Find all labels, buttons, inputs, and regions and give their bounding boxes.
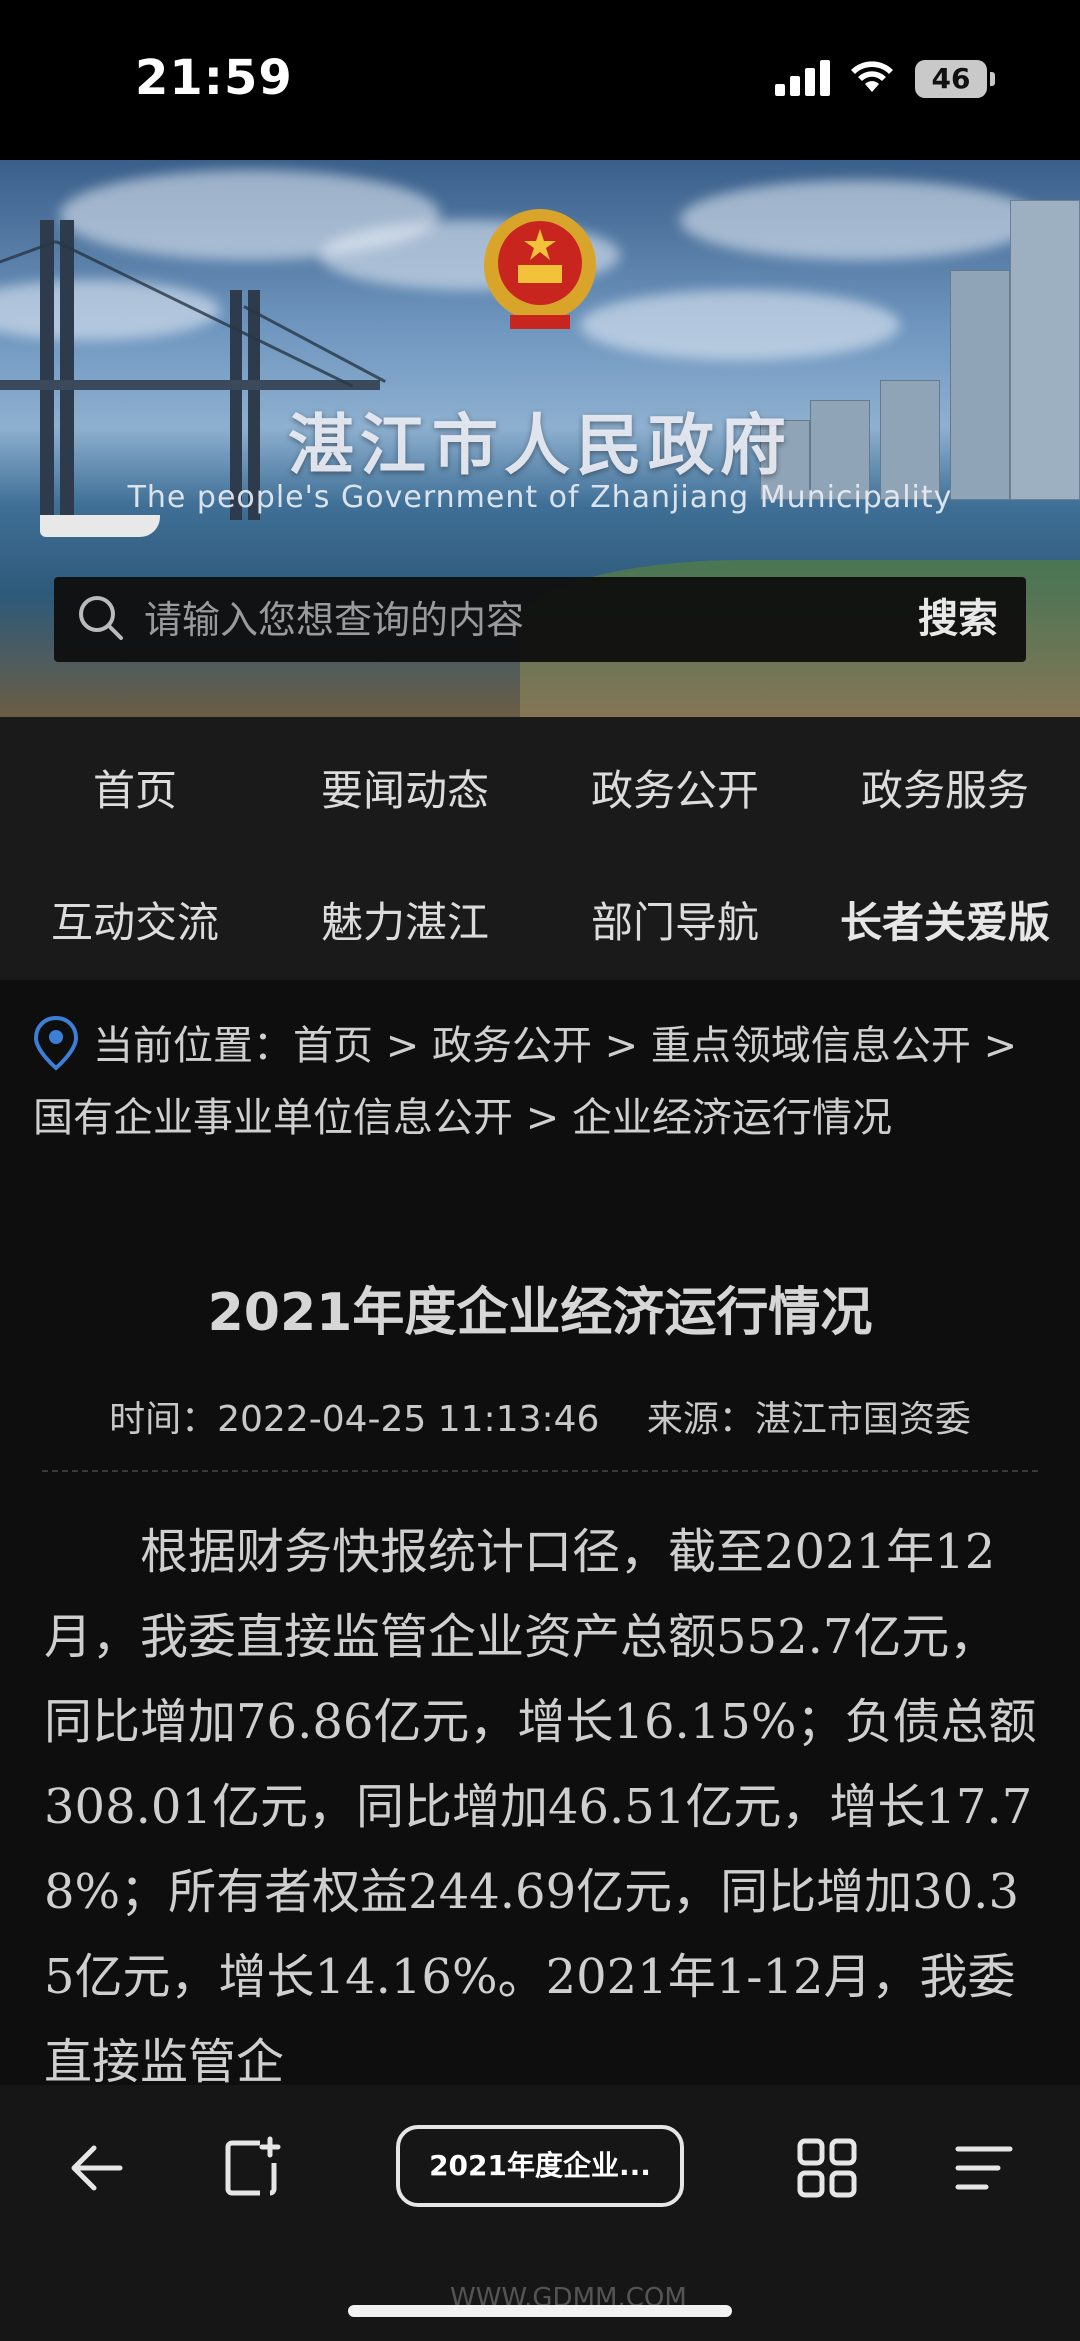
current-tab-button[interactable]: 2021年度企业... [396,2125,684,2207]
nav-item-department-nav[interactable]: 部门导航 [540,889,810,950]
cellular-signal-icon [775,58,831,96]
nav-item-interaction[interactable]: 互动交流 [0,889,270,950]
article-content: 当前位置：首页 > 政务公开 > 重点领域信息公开 > 国有企业事业单位信息公开… [0,980,1080,2085]
nav-item-home[interactable]: 首页 [0,757,270,818]
article-source: 来源：湛江市国资委 [646,1399,971,1440]
breadcrumb-text[interactable]: 当前位置：首页 > 政务公开 > 重点领域信息公开 > 国有企业事业单位信息公开… [33,1023,1017,1141]
header-banner: 湛江市人民政府 The people's Government of Zhanj… [0,160,1080,717]
grid-apps-icon[interactable] [792,2133,862,2203]
ship-illustration [40,515,160,537]
national-emblem-icon [484,209,596,329]
divider [42,1470,1038,1472]
article-body: 根据财务快报统计口径，截至2021年12月，我委直接监管企业资产总额552.7亿… [44,1524,1037,2085]
new-tab-icon[interactable] [218,2133,288,2203]
nav-item-news[interactable]: 要闻动态 [270,757,540,818]
article-time: 时间：2022-04-25 11:13:46 [109,1399,600,1440]
nav-item-charm-zhanjiang[interactable]: 魅力湛江 [270,889,540,950]
search-icon [79,596,123,640]
back-arrow-icon[interactable] [62,2133,132,2203]
home-indicator[interactable] [348,2305,732,2317]
search-input[interactable] [144,577,844,662]
site-title: 湛江市人民政府 [288,407,792,484]
nav-item-gov-services[interactable]: 政务服务 [810,757,1080,818]
battery-icon: 46 [915,60,995,98]
search-bar: 搜索 [54,577,1026,662]
status-time: 21:59 [135,50,293,106]
wifi-icon [851,61,893,92]
search-button[interactable]: 搜索 [918,577,998,662]
article-meta: 时间：2022-04-25 11:13:46 来源：湛江市国资委 [0,1390,1080,1442]
main-nav: 首页 要闻动态 政务公开 政务服务 互动交流 魅力湛江 部门导航 长者关爱版 [0,717,1080,980]
location-pin-icon [33,1015,79,1071]
breadcrumb: 当前位置：首页 > 政务公开 > 重点领域信息公开 > 国有企业事业单位信息公开… [33,1010,1043,1154]
site-subtitle: The people's Government of Zhanjiang Mun… [127,480,953,515]
status-bar: 21:59 46 [0,0,1080,160]
nav-item-gov-affairs-open[interactable]: 政务公开 [540,757,810,818]
menu-icon[interactable] [948,2133,1018,2203]
article-title: 2021年度企业经济运行情况 [207,1283,873,1343]
nav-item-elderly-version[interactable]: 长者关爱版 [810,889,1080,950]
